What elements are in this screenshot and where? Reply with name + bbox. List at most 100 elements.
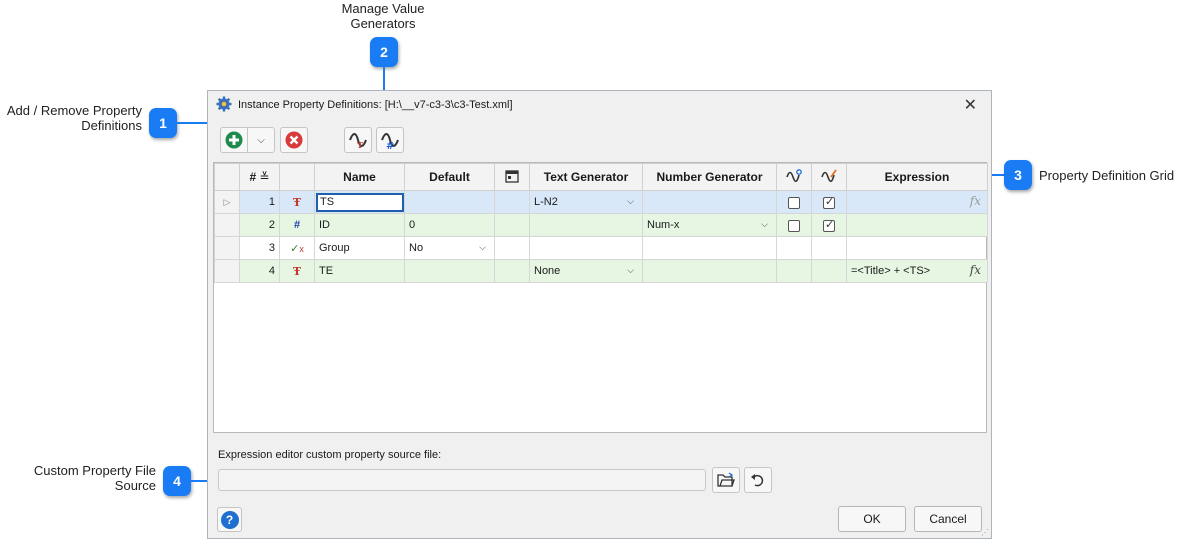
ok-button[interactable]: OK	[838, 506, 906, 532]
expression-cell[interactable]: =<Title> + <TS> fx	[846, 259, 988, 283]
callout-2-text: Manage Value Generators	[341, 1, 425, 31]
generator-setting-cell[interactable]	[776, 213, 812, 237]
generator-setting-cell[interactable]	[776, 259, 812, 283]
callout-badge-3: 3	[1004, 160, 1032, 190]
checkbox-checked[interactable]	[823, 195, 835, 209]
row-type: Ŧ	[279, 190, 315, 214]
row-type: #	[279, 213, 315, 237]
default-cell[interactable]	[404, 190, 495, 214]
name-cell[interactable]: TS	[314, 190, 405, 214]
callout-badge-1: 1	[149, 108, 177, 138]
row-indicator[interactable]	[214, 259, 240, 283]
grid-header-row: # ≚ Name Default Text Generator Number G…	[214, 163, 988, 191]
sort-icon: ≚	[259, 170, 270, 184]
calendar-icon	[505, 169, 519, 183]
table-row[interactable]: ▷ 1 Ŧ TS L-N2 ⌵ fx	[214, 190, 988, 214]
checkbox-checked[interactable]	[823, 218, 835, 232]
property-definition-grid[interactable]: # ≚ Name Default Text Generator Number G…	[213, 162, 988, 433]
header-number[interactable]: # ≚	[239, 163, 280, 191]
resize-grip-icon[interactable]: ⋰	[981, 528, 989, 537]
checkbox[interactable]	[788, 196, 800, 209]
name-cell[interactable]: TE	[314, 259, 405, 283]
number-type-icon: #	[293, 219, 301, 231]
function-icon[interactable]: fx	[970, 194, 981, 208]
expression-cell[interactable]	[846, 236, 988, 260]
header-number-generator[interactable]: Number Generator	[642, 163, 777, 191]
header-generator-enabled[interactable]	[811, 163, 847, 191]
default-cell[interactable]	[404, 259, 495, 283]
chevron-down-icon: ⌵	[761, 219, 768, 229]
remove-property-button[interactable]	[280, 127, 308, 153]
text-generator-manage-button[interactable]: T	[344, 127, 372, 153]
header-date[interactable]	[494, 163, 530, 191]
name-edit-input[interactable]: TS	[316, 192, 404, 212]
text-generator-cell[interactable]	[529, 236, 643, 260]
header-text-generator[interactable]: Text Generator	[529, 163, 643, 191]
number-generator-cell[interactable]	[642, 190, 777, 214]
default-cell[interactable]: No ⌵	[404, 236, 495, 260]
text-generator-icon: T	[349, 133, 367, 150]
number-generator-value: Num-x	[647, 219, 680, 231]
close-button[interactable]: ✕	[964, 95, 977, 115]
add-property-button[interactable]	[220, 127, 248, 153]
name-cell[interactable]: Group	[314, 236, 405, 260]
source-file-input[interactable]	[218, 469, 706, 491]
text-generator-cell[interactable]	[529, 213, 643, 237]
number-generator-cell[interactable]	[642, 236, 777, 260]
expression-cell[interactable]	[846, 213, 988, 237]
browse-button[interactable]	[712, 467, 740, 493]
chevron-down-icon: ⌵	[257, 134, 265, 146]
generator-setting-cell[interactable]	[776, 190, 812, 214]
reset-button[interactable]	[744, 467, 772, 493]
row-indicator[interactable]	[214, 213, 240, 237]
titlebar: Instance Property Definitions: [H:\__v7-…	[208, 91, 991, 119]
number-generator-cell[interactable]	[642, 259, 777, 283]
text-generator-cell[interactable]: L-N2 ⌵	[529, 190, 643, 214]
function-icon[interactable]: fx	[970, 263, 981, 277]
row-number: 2	[239, 213, 280, 237]
date-cell[interactable]	[494, 236, 530, 260]
generator-enabled-cell[interactable]	[811, 213, 847, 237]
text-generator-cell[interactable]: None ⌵	[529, 259, 643, 283]
date-cell[interactable]	[494, 213, 530, 237]
chevron-down-icon: ⌵	[627, 196, 634, 206]
row-number: 3	[239, 236, 280, 260]
name-cell[interactable]: ID	[314, 213, 405, 237]
number-generator-manage-button[interactable]: #	[376, 127, 404, 153]
generator-enabled-cell[interactable]	[811, 259, 847, 283]
header-generator-setting[interactable]	[776, 163, 812, 191]
row-number: 1	[239, 190, 280, 214]
text-type-icon: Ŧ	[292, 264, 302, 278]
row-indicator[interactable]: ▷	[214, 190, 240, 214]
add-dropdown-button[interactable]: ⌵	[247, 127, 275, 153]
table-row[interactable]: 4 Ŧ TE None ⌵ =<Title> + <TS> fx	[214, 259, 988, 283]
generator-setting-cell[interactable]	[776, 236, 812, 260]
cancel-button[interactable]: Cancel	[914, 506, 982, 532]
date-cell[interactable]	[494, 190, 530, 214]
help-button[interactable]: ?	[217, 507, 242, 532]
callout-4-text: Custom Property File Source	[33, 463, 156, 493]
header-name[interactable]: Name	[314, 163, 405, 191]
current-row-arrow-icon: ▷	[223, 197, 231, 207]
undo-icon	[751, 474, 764, 487]
help-icon: ?	[220, 510, 239, 529]
table-row[interactable]: 3 ✓x Group No ⌵	[214, 236, 988, 260]
chevron-down-icon: ⌵	[627, 265, 634, 275]
number-generator-cell[interactable]: Num-x ⌵	[642, 213, 777, 237]
gear-icon	[216, 96, 232, 112]
table-row[interactable]: 2 # ID 0 Num-x ⌵	[214, 213, 988, 237]
default-cell[interactable]: 0	[404, 213, 495, 237]
expression-cell[interactable]: fx	[846, 190, 988, 214]
generator-enabled-cell[interactable]	[811, 236, 847, 260]
row-indicator[interactable]	[214, 236, 240, 260]
generator-enabled-cell[interactable]	[811, 190, 847, 214]
row-number: 4	[239, 259, 280, 283]
source-file-label: Expression editor custom property source…	[218, 449, 442, 461]
default-value: No	[409, 242, 424, 254]
folder-open-icon	[717, 472, 735, 487]
header-expression[interactable]: Expression	[846, 163, 988, 191]
checkbox[interactable]	[788, 219, 800, 232]
header-default[interactable]: Default	[404, 163, 495, 191]
callout-3-text: Property Definition Grid	[1039, 168, 1175, 183]
date-cell[interactable]	[494, 259, 530, 283]
